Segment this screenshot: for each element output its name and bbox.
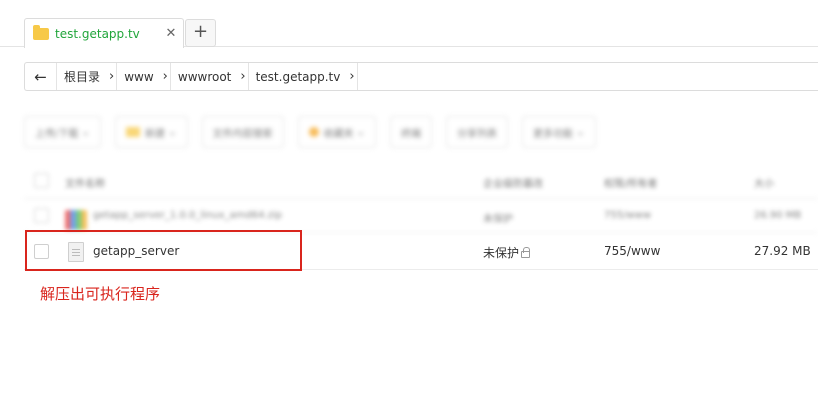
close-icon[interactable]: ✕ (163, 26, 179, 41)
unlock-icon (521, 247, 531, 258)
breadcrumb-item-wwwroot[interactable]: wwwroot (171, 63, 239, 90)
favorites-button[interactable]: 收藏夹 ⌄ (297, 116, 377, 148)
folder-icon (125, 127, 140, 137)
permission[interactable]: 755/www (604, 210, 651, 221)
column-header-name[interactable]: 文件名称 (65, 175, 105, 190)
column-header-protect[interactable]: 企业级防篡改 (483, 175, 543, 190)
select-all-checkbox[interactable] (34, 173, 49, 188)
file-size: 27.92 MB (754, 244, 811, 258)
chevron-right-icon[interactable]: › (347, 63, 358, 90)
tab-label: test.getapp.tv (55, 26, 140, 41)
more-functions-button[interactable]: 更多功能 ⌄ (522, 116, 596, 148)
star-icon (308, 127, 319, 137)
row-checkbox[interactable] (34, 208, 49, 223)
protect-status[interactable]: 未保护 (483, 244, 531, 261)
file-name[interactable]: getapp_server_1.0.0_linux_amd64.zip (93, 210, 282, 221)
breadcrumb: ← 根目录 › www › wwwroot › test.getapp.tv › (24, 62, 818, 91)
tab-bar: test.getapp.tv ✕ + (0, 0, 818, 48)
column-header-size[interactable]: 大小 (754, 175, 774, 190)
chevron-right-icon[interactable]: › (161, 63, 171, 90)
terminal-button[interactable]: 终端 (390, 116, 433, 148)
breadcrumb-item-site[interactable]: test.getapp.tv (249, 63, 348, 90)
new-button[interactable]: 新建 ⌄ (114, 116, 188, 148)
table-header: 文件名称 企业级防篡改 权限/所有者 大小 (24, 163, 818, 199)
new-tab-button[interactable]: + (185, 19, 216, 47)
protect-status[interactable]: 未保护 (483, 210, 513, 225)
share-list-button[interactable]: 分享列表 (446, 116, 509, 148)
back-arrow-icon[interactable]: ← (25, 63, 57, 90)
tab-test-getapp[interactable]: test.getapp.tv ✕ (24, 18, 184, 48)
annotation-text: 解压出可执行程序 (40, 285, 161, 303)
table-row[interactable]: getapp_server_1.0.0_linux_amd64.zip 未保护 … (24, 199, 818, 233)
folder-icon (33, 24, 49, 40)
upload-download-button[interactable]: 上传/下载 ⌄ (24, 116, 101, 148)
content-search-button[interactable]: 文件内容搜索 (201, 116, 284, 148)
file-toolbar: 上传/下载 ⌄ 新建 ⌄ 文件内容搜索 收藏夹 ⌄ 终端 分享列表 更多功能 ⌄ (24, 116, 818, 148)
column-header-perm[interactable]: 权限/所有者 (604, 175, 657, 190)
breadcrumb-item-www[interactable]: www (117, 63, 160, 90)
permission[interactable]: 755/www (604, 244, 660, 258)
breadcrumb-item-root[interactable]: 根目录 (57, 63, 107, 90)
chevron-right-icon[interactable]: › (107, 63, 118, 90)
highlight-box (25, 230, 302, 271)
file-size: 26.90 MB (754, 210, 802, 221)
zip-archive-icon (65, 210, 87, 230)
chevron-right-icon[interactable]: › (238, 63, 249, 90)
